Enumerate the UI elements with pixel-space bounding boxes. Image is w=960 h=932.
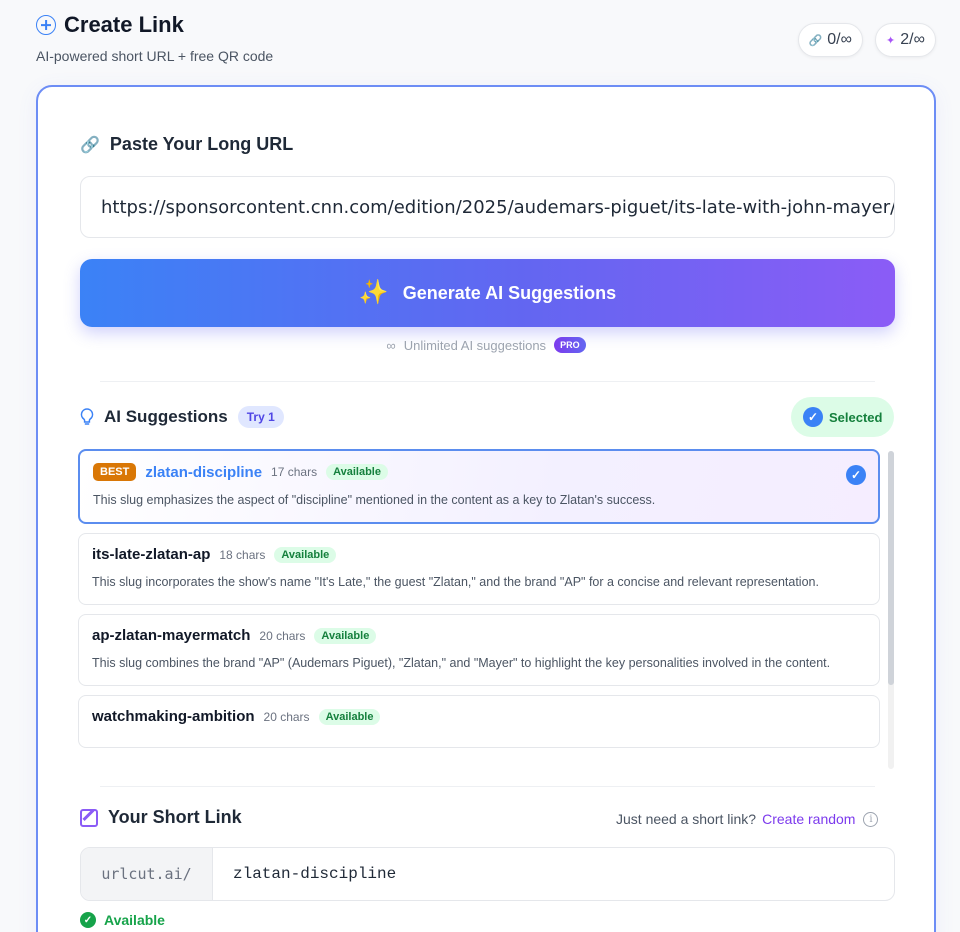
suggestion-description: This slug combines the brand "AP" (Audem…	[92, 656, 831, 670]
suggestion-item[interactable]: ap-zlatan-mayermatch 20 chars Available …	[78, 614, 880, 686]
suggestion-slug: zlatan-discipline	[145, 463, 263, 481]
link-icon: 🔗	[80, 136, 100, 154]
create-link-card: 🔗 Paste Your Long URL https://sponsorcon…	[36, 85, 936, 932]
available-badge: Available	[326, 464, 388, 480]
ai-count: 2/∞	[900, 31, 925, 48]
divider	[100, 786, 875, 787]
sparkle-icon: ✦	[886, 34, 896, 47]
suggestion-slug: watchmaking-ambition	[92, 708, 255, 725]
random-link-helper: Just need a short link? Create random i	[616, 811, 879, 827]
pro-badge: PRO	[554, 337, 586, 353]
char-count: 17 chars	[271, 465, 318, 479]
short-link-title: Your Short Link	[108, 807, 242, 827]
links-count: 0/∞	[827, 31, 853, 48]
page-title: Create Link	[64, 12, 184, 37]
selected-indicator: ✓ Selected	[791, 397, 895, 437]
suggestion-description: This slug emphasizes the aspect of "disc…	[93, 493, 656, 507]
lightbulb-icon	[80, 408, 94, 425]
suggestion-item[interactable]: BEST zlatan-discipline 17 chars Availabl…	[78, 449, 880, 524]
try-badge: Try 1	[237, 406, 284, 428]
generate-ai-suggestions-button[interactable]: ✨ Generate AI Suggestions	[80, 259, 895, 327]
suggestion-slug: its-late-zlatan-ap	[92, 546, 211, 563]
suggestion-item[interactable]: its-late-zlatan-ap 18 chars Available Th…	[78, 533, 880, 605]
infinity-icon: ∞	[386, 337, 396, 353]
ai-suggestions-title: AI Suggestions	[104, 407, 228, 426]
selected-check-icon: ✓	[846, 465, 866, 485]
page-header: Create Link AI-powered short URL + free …	[36, 12, 273, 64]
edit-icon	[80, 808, 98, 827]
domain-prefix: urlcut.ai/	[81, 848, 213, 900]
short-link-input[interactable]: urlcut.ai/ zlatan-discipline	[80, 847, 895, 901]
availability-status: ✓ Available	[80, 912, 165, 928]
slug-field[interactable]: zlatan-discipline	[213, 848, 894, 900]
char-count: 20 chars	[263, 709, 310, 724]
sparkles-icon: ✨	[358, 279, 389, 306]
available-badge: Available	[274, 546, 337, 563]
short-link-header: Your Short Link	[80, 807, 242, 828]
divider	[100, 381, 875, 382]
url-label: 🔗 Paste Your Long URL	[80, 134, 294, 154]
suggestion-slug: ap-zlatan-mayermatch	[92, 627, 251, 644]
suggestion-description: This slug incorporates the show's name "…	[92, 575, 819, 589]
unlimited-note: ∞ Unlimited AI suggestions PRO	[38, 337, 934, 353]
links-counter: 🔗 0/∞	[797, 23, 864, 57]
check-icon: ✓	[803, 407, 823, 427]
ai-suggestions-header: AI Suggestions Try 1	[80, 406, 284, 428]
info-icon[interactable]: i	[863, 811, 879, 827]
available-badge: Available	[314, 627, 377, 644]
link-icon: 🔗	[808, 34, 823, 47]
page-subtitle: AI-powered short URL + free QR code	[36, 48, 274, 64]
long-url-input[interactable]: https://sponsorcontent.cnn.com/edition/2…	[80, 176, 895, 238]
create-random-link[interactable]: Create random	[762, 811, 855, 827]
scrollbar-thumb[interactable]	[888, 451, 894, 685]
best-badge: BEST	[93, 463, 137, 481]
check-circle-icon: ✓	[80, 912, 96, 928]
suggestion-item[interactable]: watchmaking-ambition 20 chars Available	[78, 695, 880, 748]
ai-counter: ✦ 2/∞	[875, 23, 936, 57]
plus-circle-icon	[36, 15, 56, 35]
suggestions-scrollbar[interactable]	[888, 451, 894, 769]
usage-counters: 🔗 0/∞ ✦ 2/∞	[797, 23, 936, 57]
suggestions-list: BEST zlatan-discipline 17 chars Availabl…	[78, 449, 882, 769]
char-count: 18 chars	[219, 547, 266, 562]
available-badge: Available	[318, 708, 381, 725]
char-count: 20 chars	[259, 628, 306, 643]
